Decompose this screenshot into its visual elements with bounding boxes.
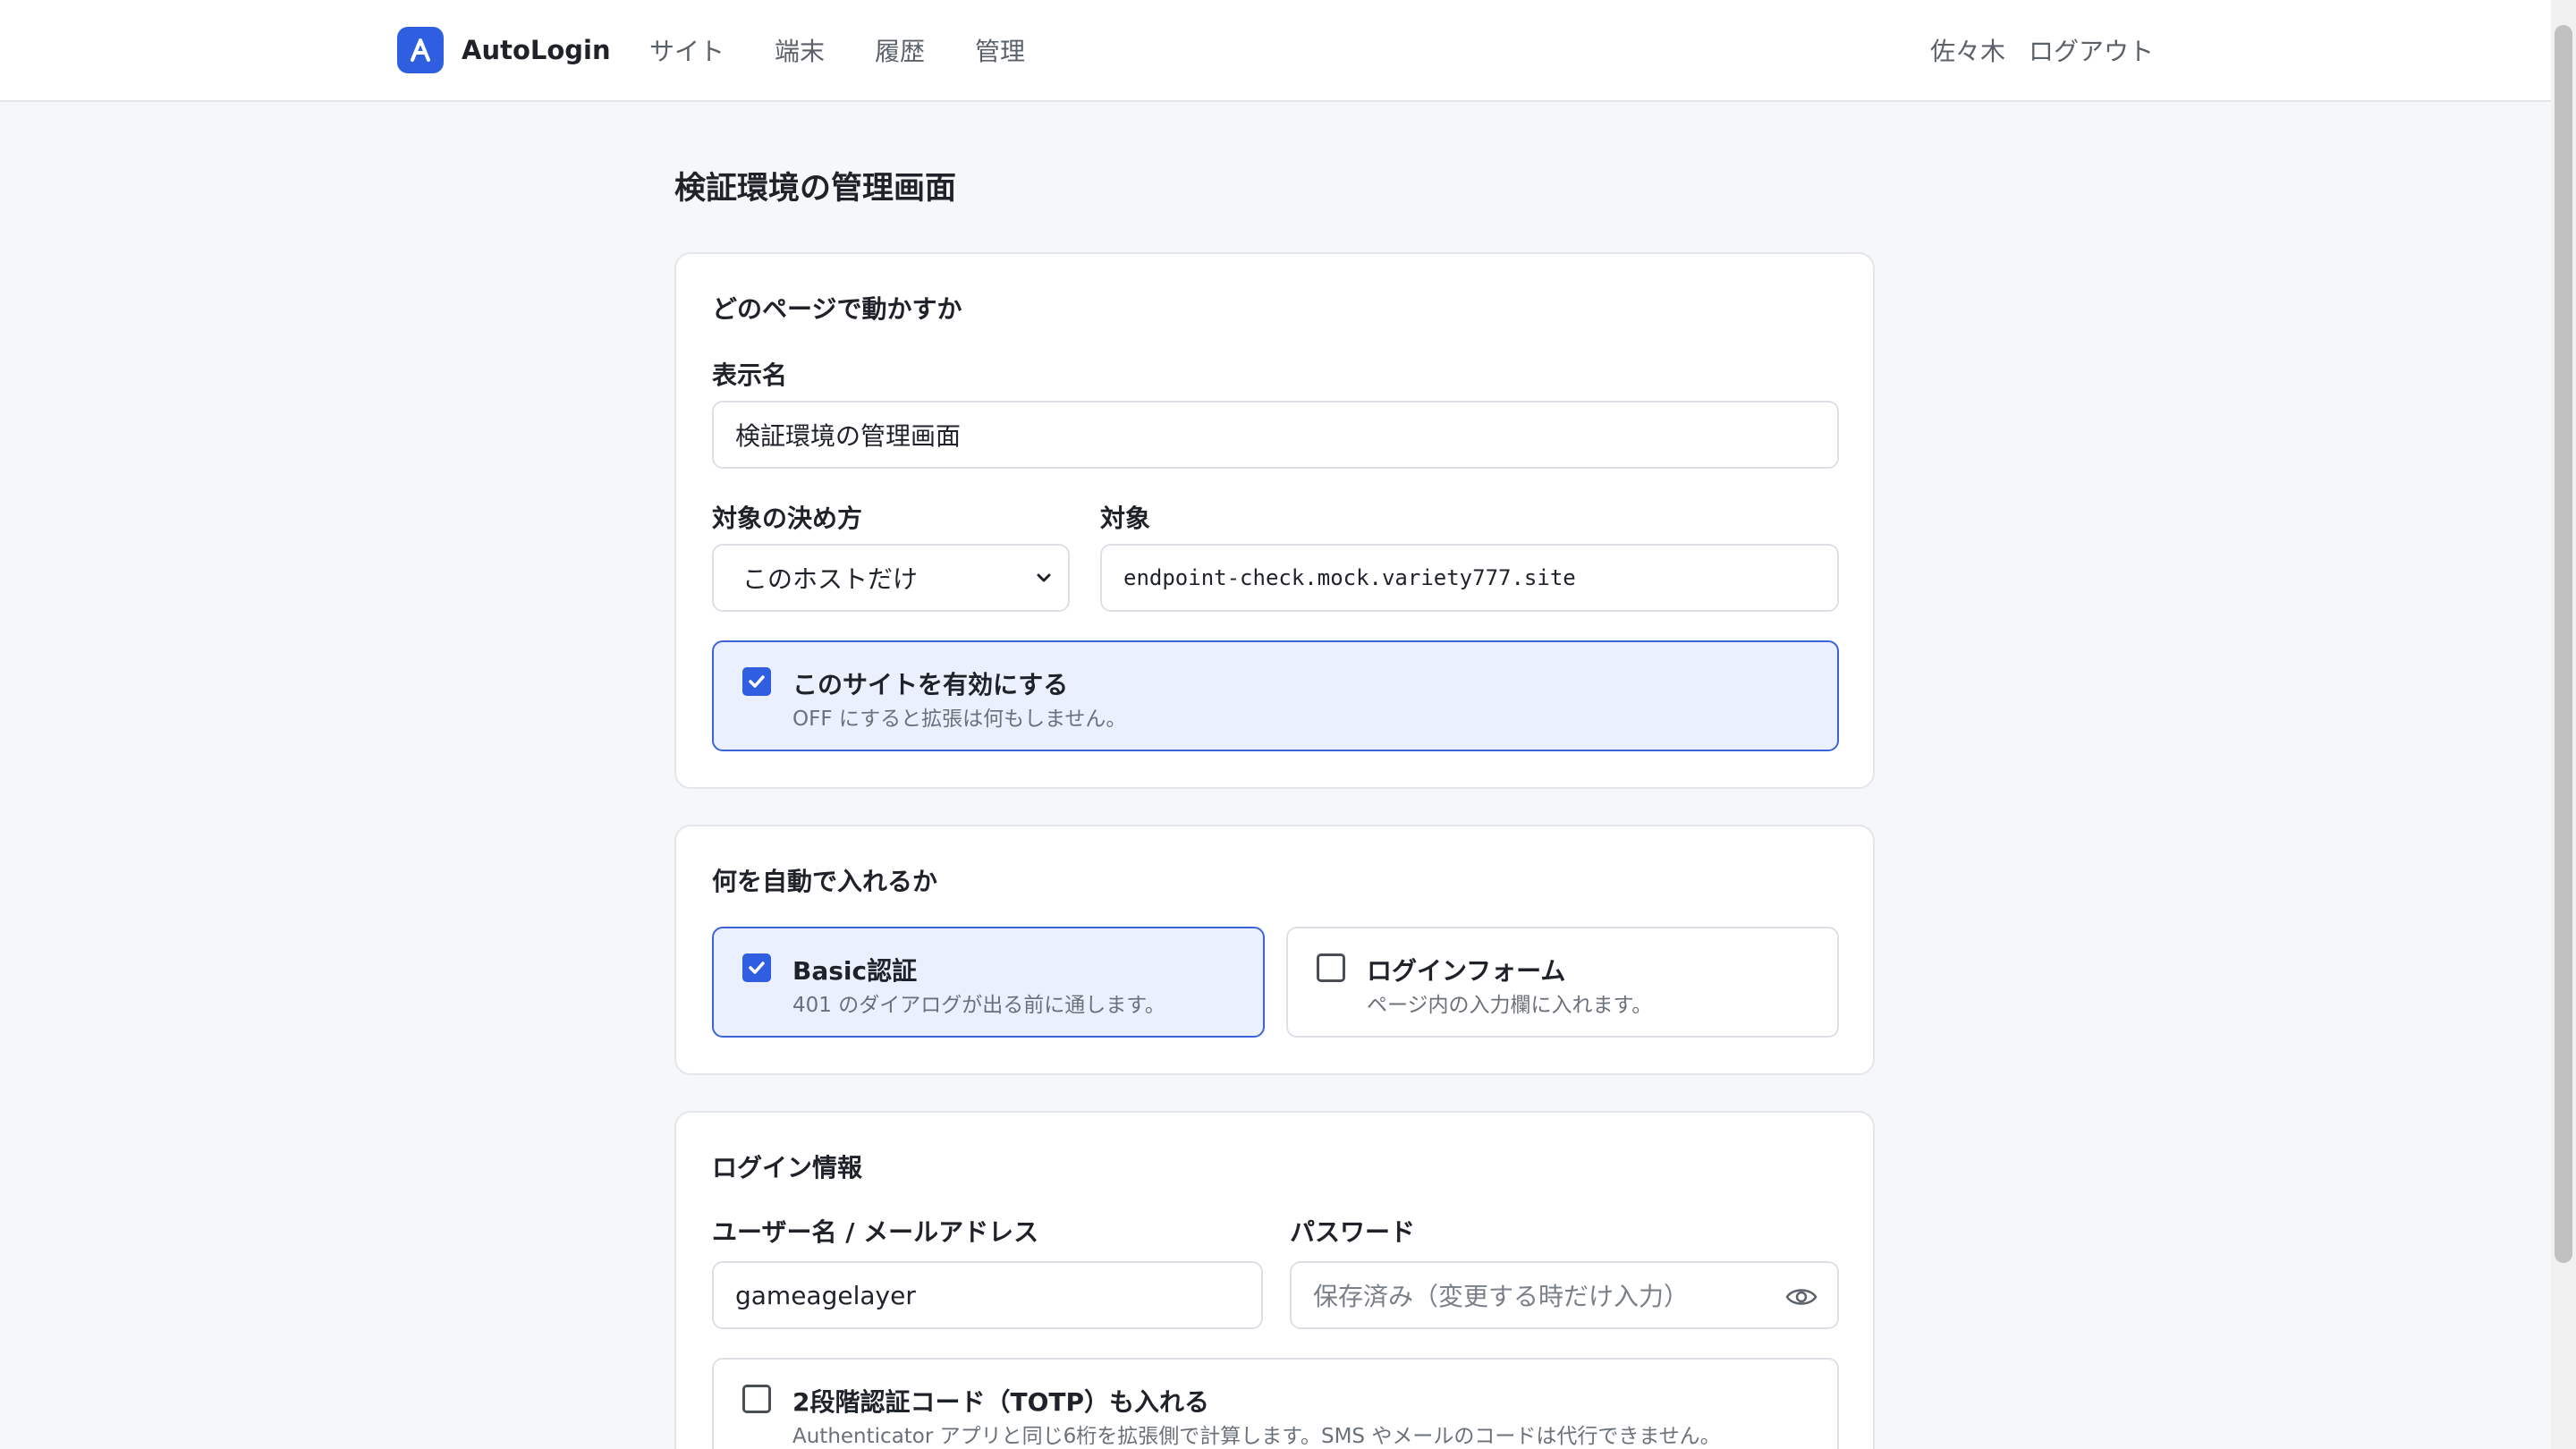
- nav-item-sites[interactable]: サイト: [649, 32, 724, 68]
- login-form-option[interactable]: ログインフォーム ページ内の入力欄に入れます。: [1286, 927, 1839, 1038]
- password-placeholder: 保存済み（変更する時だけ入力）: [1313, 1282, 1690, 1311]
- eye-icon[interactable]: [1785, 1284, 1818, 1309]
- section-title: どのページで動かすか: [712, 294, 962, 324]
- scrollbar-thumb[interactable]: [2555, 25, 2572, 1263]
- basic-auth-option[interactable]: Basic認証 401 のダイアログが出る前に通します。: [712, 927, 1265, 1038]
- brand[interactable]: AutoLogin: [397, 27, 611, 73]
- target-section-card: どのページで動かすか 表示名 検証環境の管理画面 対象の決め方 このホストだけ …: [674, 252, 1875, 789]
- section-title: 何を自動で入れるか: [712, 867, 938, 896]
- username-label: ユーザー名 / メールアドレス: [712, 1217, 1039, 1247]
- nav-item-admin[interactable]: 管理: [975, 32, 1025, 68]
- chevron-down-icon: [1037, 573, 1051, 582]
- checkbox-unchecked-icon[interactable]: [1317, 953, 1345, 982]
- login-info-section-card: ログイン情報 ユーザー名 / メールアドレス gameagelayer パスワー…: [674, 1111, 1875, 1449]
- basic-auth-description: 401 のダイアログが出る前に通します。: [792, 994, 1165, 1017]
- page-title: 検証環境の管理画面: [674, 171, 957, 207]
- fill-options-section-card: 何を自動で入れるか Basic認証 401 のダイアログが出る前に通します。 ロ…: [674, 825, 1875, 1075]
- password-input[interactable]: 保存済み（変更する時だけ入力）: [1290, 1261, 1839, 1329]
- basic-auth-title: Basic認証: [792, 956, 918, 986]
- enable-site-description: OFF にすると拡張は何もしません。: [792, 708, 1127, 731]
- page-scrollbar[interactable]: [2551, 0, 2576, 1449]
- enable-site-title: このサイトを有効にする: [792, 670, 1069, 699]
- username-input[interactable]: gameagelayer: [712, 1261, 1263, 1329]
- main-nav: サイト 端末 履歴 管理: [649, 32, 1025, 68]
- nav-item-history[interactable]: 履歴: [875, 32, 925, 68]
- nav-item-devices[interactable]: 端末: [775, 32, 825, 68]
- section-title: ログイン情報: [712, 1153, 863, 1182]
- login-form-title: ログインフォーム: [1367, 956, 1566, 986]
- app-name: AutoLogin: [462, 35, 611, 65]
- checkbox-checked-icon[interactable]: [742, 667, 771, 696]
- totp-option[interactable]: 2段階認証コード（TOTP）も入れる Authenticator アプリと同じ6…: [712, 1358, 1839, 1449]
- display-name-label: 表示名: [712, 360, 788, 390]
- match-method-value: このホストだけ: [742, 564, 919, 594]
- login-form-description: ページ内の入力欄に入れます。: [1367, 994, 1653, 1017]
- enable-site-option[interactable]: このサイトを有効にする OFF にすると拡張は何もしません。: [712, 640, 1839, 751]
- user-name: 佐々木: [1929, 37, 2005, 66]
- checkbox-checked-icon[interactable]: [742, 953, 771, 982]
- target-label: 対象: [1100, 504, 1151, 533]
- totp-title: 2段階認証コード（TOTP）も入れる: [792, 1387, 1210, 1417]
- target-input[interactable]: endpoint-check.mock.variety777.site: [1100, 544, 1839, 612]
- autologin-logo-icon: [397, 27, 444, 73]
- top-navigation-bar: AutoLogin サイト 端末 履歴 管理 佐々木 ログアウト: [0, 0, 2551, 102]
- display-name-input[interactable]: 検証環境の管理画面: [712, 401, 1839, 469]
- logout-link[interactable]: ログアウト: [2029, 32, 2154, 68]
- password-label: パスワード: [1290, 1217, 1416, 1247]
- user-menu: 佐々木 ログアウト: [1930, 32, 2154, 68]
- checkbox-unchecked-icon[interactable]: [742, 1385, 771, 1413]
- match-method-label: 対象の決め方: [712, 504, 863, 533]
- match-method-select[interactable]: このホストだけ: [712, 544, 1070, 612]
- totp-description: Authenticator アプリと同じ6桁を拡張側で計算します。SMS やメー…: [792, 1425, 1721, 1448]
